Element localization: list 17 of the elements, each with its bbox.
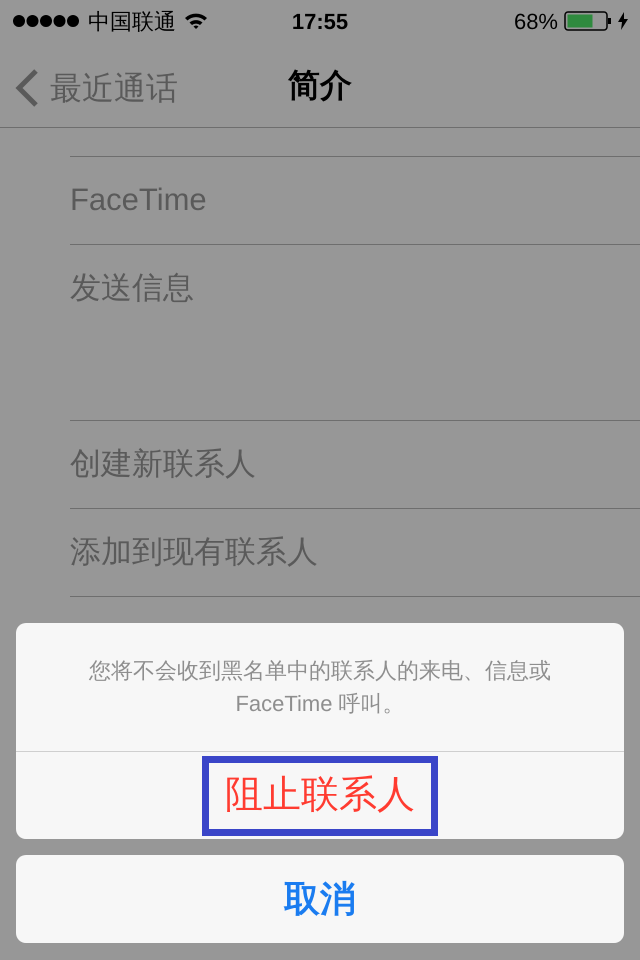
signal-icon	[12, 14, 80, 28]
list-row[interactable]: FaceTime	[70, 177, 207, 224]
chevron-left-icon	[14, 68, 40, 108]
battery-icon	[564, 10, 612, 32]
wifi-icon	[184, 12, 208, 30]
page-title: 简介	[288, 66, 352, 104]
back-button[interactable]: 最近通话	[14, 64, 178, 112]
block-contact-button[interactable]: 阻止联系人	[202, 756, 438, 836]
list-row[interactable]: 创建新联系人	[70, 441, 256, 488]
sheet-message: 您将不会收到黑名单中的联系人的来电、信息或 FaceTime 呼叫。	[88, 657, 552, 718]
list-row[interactable]: 添加到现有联系人	[70, 529, 318, 576]
carrier-name: 中国联通	[88, 8, 176, 36]
battery-percent: 68%	[514, 8, 558, 36]
cancel-button[interactable]: 取消	[16, 855, 624, 943]
list-row[interactable]: 发送信息	[70, 265, 194, 312]
clock-time: 17:55	[292, 8, 348, 36]
charging-icon	[618, 12, 628, 30]
